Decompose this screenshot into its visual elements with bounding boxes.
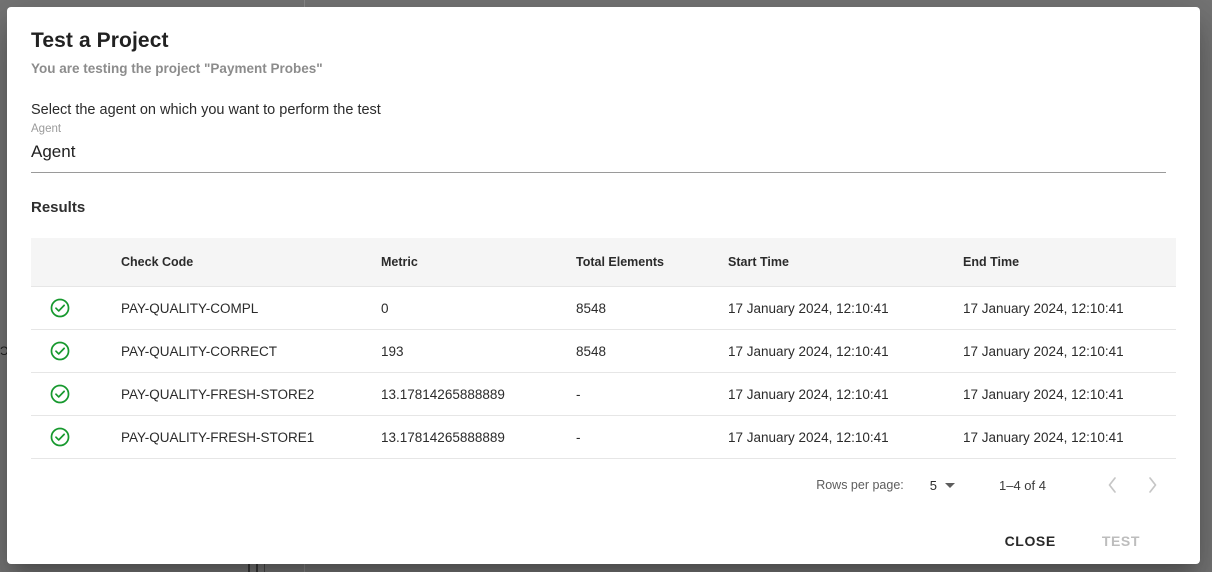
cell-check-code: PAY-QUALITY-FRESH-STORE2: [121, 372, 381, 416]
rows-per-page-select[interactable]: 5: [930, 478, 955, 493]
results-table: Check Code Metric Total Elements Start T…: [31, 238, 1176, 459]
cell-end-time: 17 January 2024, 12:10:41: [963, 329, 1176, 373]
agent-field-value[interactable]: Agent: [31, 136, 1176, 165]
chevron-left-icon: [1108, 477, 1116, 493]
background-page-fragment-bottom: [248, 563, 250, 572]
check-circle-icon: [50, 384, 70, 404]
results-table-body: PAY-QUALITY-COMPL 0 8548 17 January 2024, 1…: [31, 286, 1176, 459]
agent-select-prompt: Select the agent on which you want to pe…: [31, 102, 381, 118]
cell-metric: 0: [381, 286, 576, 330]
cell-check-code: PAY-QUALITY-CORRECT: [121, 329, 381, 373]
column-header-status: [31, 238, 121, 287]
table-header-row: Check Code Metric Total Elements Start T…: [31, 238, 1176, 287]
cell-metric: 193: [381, 329, 576, 373]
cell-status: [31, 329, 121, 373]
cell-total-elements: 8548: [576, 329, 728, 373]
test-project-dialog: Test a Project You are testing the proje…: [7, 7, 1200, 564]
rows-per-page-value: 5: [929, 477, 937, 493]
agent-select-field[interactable]: Agent Agent: [31, 120, 1176, 173]
next-page-button[interactable]: [1132, 465, 1172, 505]
dialog-actions: CLOSE TEST: [31, 511, 1176, 557]
pagination-range-label: 1–4 of 4: [999, 477, 1046, 493]
dialog-title: Test a Project: [31, 29, 169, 52]
cell-start-time: 17 January 2024, 12:10:41: [728, 415, 963, 459]
chevron-down-icon: [945, 482, 955, 488]
cell-start-time: 17 January 2024, 12:10:41: [728, 286, 963, 330]
check-circle-icon: [50, 298, 70, 318]
rows-per-page-label: Rows per page:: [816, 478, 904, 492]
cell-metric: 13.17814265888889: [381, 415, 576, 459]
table-row[interactable]: PAY-QUALITY-FRESH-STORE2 13.1781426588888…: [31, 372, 1176, 416]
cell-check-code: PAY-QUALITY-FRESH-STORE1: [121, 415, 381, 459]
agent-field-label: Agent: [31, 123, 62, 135]
cell-start-time: 17 January 2024, 12:10:41: [728, 372, 963, 416]
table-paginator: Rows per page: 5 1–4 of 4: [31, 459, 1176, 511]
table-row[interactable]: PAY-QUALITY-CORRECT 193 8548 17 January 202…: [31, 329, 1176, 373]
cell-status: [31, 415, 121, 459]
chevron-right-icon: [1148, 477, 1156, 493]
column-header-metric: Metric: [381, 238, 576, 287]
cell-status: [31, 372, 121, 416]
cell-total-elements: 8548: [576, 286, 728, 330]
cell-end-time: 17 January 2024, 12:10:41: [963, 415, 1176, 459]
column-header-total-elements: Total Elements: [576, 238, 728, 287]
column-header-start-time: Start Time: [728, 238, 963, 287]
cell-metric: 13.17814265888889: [381, 372, 576, 416]
cell-start-time: 17 January 2024, 12:10:41: [728, 329, 963, 373]
previous-page-button[interactable]: [1092, 465, 1132, 505]
column-header-check-code: Check Code: [121, 238, 381, 287]
cell-total-elements: -: [576, 415, 728, 459]
table-row[interactable]: PAY-QUALITY-COMPL 0 8548 17 January 2024, 1…: [31, 286, 1176, 330]
results-table-header: Check Code Metric Total Elements Start T…: [31, 238, 1176, 287]
background-page-fragment-bottom: [264, 563, 265, 572]
column-header-end-time: End Time: [963, 238, 1176, 287]
cell-end-time: 17 January 2024, 12:10:41: [963, 286, 1176, 330]
cell-total-elements: -: [576, 372, 728, 416]
table-row[interactable]: PAY-QUALITY-FRESH-STORE1 13.1781426588888…: [31, 415, 1176, 459]
cell-status: [31, 286, 121, 330]
dialog-subtitle: You are testing the project "Payment Pro…: [31, 61, 323, 76]
check-circle-icon: [50, 427, 70, 447]
check-circle-icon: [50, 341, 70, 361]
test-button: TEST: [1092, 525, 1150, 557]
agent-field-underline: [31, 172, 1166, 173]
cell-end-time: 17 January 2024, 12:10:41: [963, 372, 1176, 416]
results-heading: Results: [31, 199, 86, 216]
background-page-fragment-left: Ɔ: [0, 344, 9, 358]
cell-check-code: PAY-QUALITY-COMPL: [121, 286, 381, 330]
close-button[interactable]: CLOSE: [995, 525, 1066, 557]
